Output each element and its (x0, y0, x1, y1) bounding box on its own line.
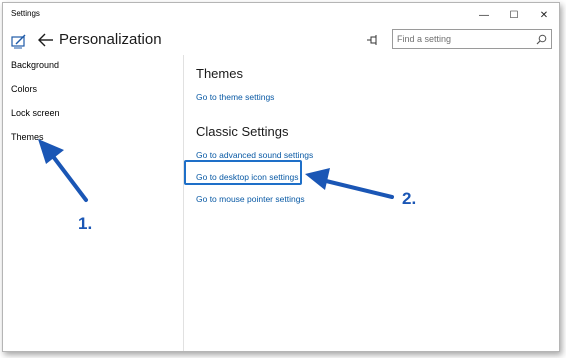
back-arrow-icon[interactable] (37, 31, 55, 49)
advanced-sound-settings-link[interactable]: Go to advanced sound settings (196, 150, 313, 160)
minimize-button[interactable]: — (469, 3, 499, 27)
theme-settings-link[interactable]: Go to theme settings (196, 92, 274, 102)
search-box[interactable] (392, 29, 552, 49)
sidebar-item-lock-screen[interactable]: Lock screen (11, 108, 60, 118)
search-icon[interactable] (536, 34, 547, 45)
pin-icon[interactable] (366, 33, 380, 47)
close-button[interactable]: ✕ (529, 3, 559, 27)
annotation-step-1: 1. (78, 214, 93, 233)
sidebar: Background Colors Lock screen Themes (3, 55, 184, 351)
window-title: Settings (11, 9, 40, 18)
search-input[interactable] (397, 32, 527, 46)
main-content: Themes Go to theme settings Classic Sett… (184, 55, 559, 351)
title-bar: Settings — ☐ ✕ (3, 3, 559, 27)
classic-settings-heading: Classic Settings (196, 124, 289, 139)
highlight-box (184, 160, 302, 185)
header: Personalization (3, 27, 559, 55)
themes-heading: Themes (196, 66, 243, 81)
sidebar-item-colors[interactable]: Colors (11, 84, 37, 94)
page-title: Personalization (59, 31, 162, 48)
sidebar-item-themes[interactable]: Themes (11, 132, 44, 142)
mouse-pointer-settings-link[interactable]: Go to mouse pointer settings (196, 194, 305, 204)
personalization-icon (11, 34, 26, 49)
sidebar-item-background[interactable]: Background (11, 60, 59, 70)
maximize-button[interactable]: ☐ (499, 3, 529, 27)
annotation-step-2: 2. (402, 189, 417, 208)
